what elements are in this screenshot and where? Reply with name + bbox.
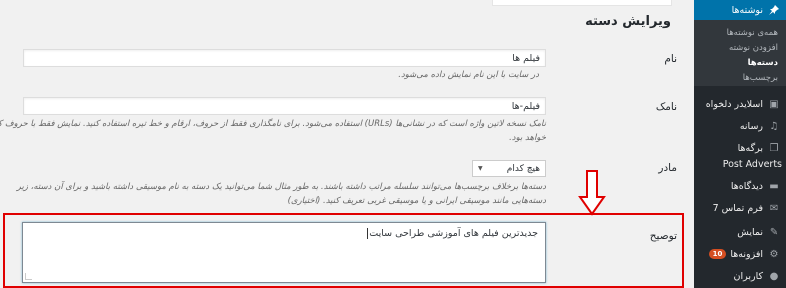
appearance-icon: ✎ <box>769 226 779 238</box>
sidebar-item-label: نمایش <box>737 226 763 238</box>
sidebar-item-label: رسانه <box>739 120 763 132</box>
slug-help-text-2: خواهد بود. <box>509 133 546 143</box>
submenu-tags[interactable]: برچسب‌ها <box>694 70 786 85</box>
edit-category-panel: ویرایش دسته نام فیلم ها در سایت با این ن… <box>0 0 694 288</box>
slug-input[interactable]: فیلم-ها <box>23 97 546 115</box>
sidebar-item-label: نوشته‌ها <box>731 4 763 16</box>
sidebar-item-label: اسلایدر دلخواه <box>705 98 763 110</box>
chevron-down-icon: ▼ <box>478 165 483 172</box>
top-notice-box <box>492 0 672 6</box>
comments-icon: ▬ <box>769 180 779 192</box>
name-label: نام <box>664 53 677 65</box>
sidebar-item-label: دیدگاه‌ها <box>730 180 763 192</box>
admin-sidebar: نوشته‌ها همه‌ی نوشته‌ها افزودن نوشته دست… <box>687 0 786 288</box>
sidebar-item-label: برگه‌ها <box>737 142 763 154</box>
submenu-all-posts[interactable]: همه‌ی نوشته‌ها <box>694 25 786 40</box>
parent-label: مادر <box>658 162 677 174</box>
name-help-text: در سایت با این نام نمایش داده می‌شود. <box>398 70 539 80</box>
parent-select[interactable]: هیچ کدام ▼ <box>472 160 546 177</box>
pin-icon <box>768 5 780 15</box>
parent-select-value: هیچ کدام <box>506 163 540 174</box>
posts-submenu: همه‌ی نوشته‌ها افزودن نوشته دسته‌ها برچس… <box>694 20 786 86</box>
sidebar-item-post-adverts[interactable]: Post Adverts <box>694 153 786 175</box>
page-title: ویرایش دسته <box>585 14 671 29</box>
sidebar-item-appearance[interactable]: ✎ نمایش <box>694 221 786 243</box>
submenu-categories[interactable]: دسته‌ها <box>694 55 786 70</box>
sidebar-item-comments[interactable]: ▬ دیدگاه‌ها <box>694 175 786 197</box>
sidebar-item-plugins[interactable]: ⚙ افزونه‌ها 10 <box>694 243 786 265</box>
sidebar-item-label: افزونه‌ها <box>730 248 763 260</box>
update-count-badge: 10 <box>708 249 727 259</box>
highlight-box <box>3 213 684 288</box>
mail-icon: ✉ <box>769 202 779 214</box>
slider-icon: ▣ <box>769 98 779 110</box>
plugins-icon: ⚙ <box>769 248 779 260</box>
name-input[interactable]: فیلم ها <box>23 49 546 67</box>
media-icon: ♫ <box>769 120 779 132</box>
pages-icon: ❐ <box>769 142 779 154</box>
sidebar-item-label: کاربران <box>733 270 763 282</box>
sidebar-item-contact-form[interactable]: ✉ فرم تماس 7 <box>694 197 786 219</box>
users-icon: ● <box>769 270 779 282</box>
parent-help-text-2: دسته‌هایی مانند موسیقی ایرانی و یا موسیق… <box>287 196 546 206</box>
parent-help-text: دسته‌ها برخلاف برچسب‌ها می‌توانند سلسله … <box>16 182 546 192</box>
sidebar-item-users[interactable]: ● کاربران <box>694 265 786 287</box>
slug-help-text: نامک نسخه لاتین واژه است که در نشانی‌ها … <box>0 119 546 129</box>
sidebar-item-label: Post Adverts <box>722 158 782 170</box>
sidebar-item-media[interactable]: ♫ رسانه <box>694 115 786 137</box>
slug-label: نامک <box>655 101 677 113</box>
submenu-add-post[interactable]: افزودن نوشته <box>694 40 786 55</box>
down-arrow-icon <box>578 170 606 216</box>
sidebar-item-posts[interactable]: نوشته‌ها <box>687 0 786 20</box>
sidebar-item-label: فرم تماس 7 <box>712 202 763 214</box>
sidebar-item-slider[interactable]: ▣ اسلایدر دلخواه <box>694 93 786 115</box>
